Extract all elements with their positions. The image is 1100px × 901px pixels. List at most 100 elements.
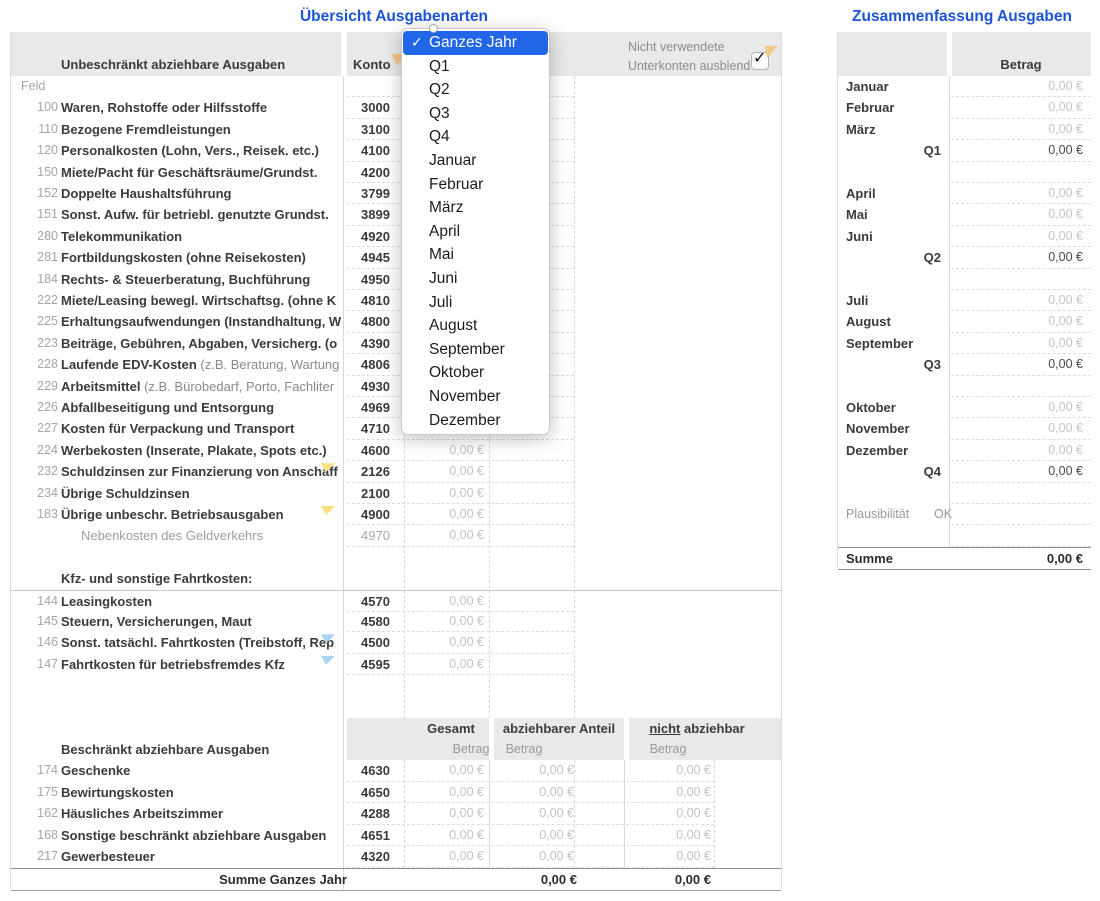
dropdown-item-juli[interactable]: Juli	[402, 291, 549, 315]
summary-row: November0,00 €	[838, 418, 1091, 439]
nondeductible-amount-cell[interactable]: 0,00 €	[631, 825, 711, 847]
month-amount-cell[interactable]: 0,00 €	[971, 397, 1083, 418]
deductible-amount-cell[interactable]: 0,00 €	[494, 825, 574, 847]
dropdown-item-juni[interactable]: Juni	[402, 267, 549, 291]
konto-cell[interactable]: 4969	[347, 397, 404, 418]
month-amount-cell[interactable]: 0,00 €	[971, 119, 1083, 140]
month-amount-cell[interactable]: 0,00 €	[971, 290, 1083, 311]
konto-cell[interactable]: 4100	[347, 140, 404, 161]
month-amount-cell[interactable]: 0,00 €	[971, 311, 1083, 332]
amount-cell[interactable]: 0,00 €	[404, 525, 484, 546]
konto-cell[interactable]: 2100	[347, 483, 404, 504]
dropdown-item-august[interactable]: August	[402, 314, 549, 338]
amount-cell[interactable]: 0,00 €	[404, 440, 484, 461]
konto-cell[interactable]: 4930	[347, 376, 404, 397]
summary-sum-value[interactable]: 0,00 €	[971, 548, 1083, 569]
deductible-amount-cell[interactable]: 0,00 €	[494, 782, 574, 804]
konto-cell[interactable]: 2126	[347, 461, 404, 482]
konto-cell[interactable]: 3000	[347, 97, 404, 118]
summary-row: Q20,00 €	[838, 247, 1091, 268]
expense-label-detail: (z.B. Beratung, Wartung	[197, 357, 340, 372]
konto-cell[interactable]: 4650	[347, 782, 404, 804]
konto-cell[interactable]: 4320	[347, 846, 404, 868]
month-amount-cell[interactable]: 0,00 €	[971, 97, 1083, 118]
konto-cell[interactable]: 4810	[347, 290, 404, 311]
gesamt-amount-cell[interactable]: 0,00 €	[404, 846, 484, 868]
konto-cell[interactable]: 4900	[347, 504, 404, 525]
konto-cell[interactable]: 4580	[347, 611, 404, 632]
amount-cell[interactable]: 0,00 €	[404, 591, 484, 612]
dropdown-item-november[interactable]: November	[402, 385, 549, 409]
month-amount-cell[interactable]: 0,00 €	[971, 204, 1083, 225]
konto-cell[interactable]: 4500	[347, 632, 404, 653]
sum-deductible-value[interactable]: 0,00 €	[489, 869, 577, 890]
dropdown-item-märz[interactable]: März	[402, 196, 549, 220]
konto-cell[interactable]: 4600	[347, 440, 404, 461]
konto-cell[interactable]: 4920	[347, 226, 404, 247]
month-amount-cell[interactable]: 0,00 €	[971, 76, 1083, 97]
nondeductible-amount-cell[interactable]: 0,00 €	[631, 846, 711, 868]
sum-nondeductible-value[interactable]: 0,00 €	[623, 869, 711, 890]
quarter-amount-cell[interactable]: 0,00 €	[971, 461, 1083, 482]
konto-cell[interactable]: 4945	[347, 247, 404, 268]
dropdown-item-label: Dezember	[429, 412, 501, 429]
deductible-amount-cell[interactable]: 0,00 €	[494, 803, 574, 825]
konto-cell[interactable]: 4595	[347, 654, 404, 675]
dropdown-item-label: September	[429, 341, 505, 358]
dropdown-item-januar[interactable]: Januar	[402, 149, 549, 173]
summary-row: September 0,00 €	[838, 333, 1091, 354]
month-amount-cell[interactable]: 0,00 €	[971, 183, 1083, 204]
deductible-amount-cell[interactable]: 0,00 €	[494, 760, 574, 782]
amount-cell[interactable]: 0,00 €	[404, 654, 484, 675]
month-label: September	[846, 333, 941, 354]
konto-cell[interactable]: 3799	[347, 183, 404, 204]
quarter-amount-cell[interactable]: 0,00 €	[971, 247, 1083, 268]
dropdown-item-oktober[interactable]: Oktober	[402, 361, 549, 385]
month-label: Oktober	[846, 397, 941, 418]
month-amount-cell[interactable]: 0,00 €	[971, 440, 1083, 461]
konto-cell[interactable]: 4800	[347, 311, 404, 332]
konto-cell[interactable]: 4970	[347, 525, 404, 546]
konto-cell[interactable]: 4288	[347, 803, 404, 825]
quarter-amount-cell[interactable]: 0,00 €	[971, 140, 1083, 161]
nondeductible-amount-cell[interactable]: 0,00 €	[631, 803, 711, 825]
dropdown-item-mai[interactable]: Mai	[402, 243, 549, 267]
konto-cell[interactable]: 4806	[347, 354, 404, 375]
konto-cell[interactable]: 4710	[347, 418, 404, 439]
gesamt-amount-cell[interactable]: 0,00 €	[404, 803, 484, 825]
gesamt-amount-cell[interactable]: 0,00 €	[404, 782, 484, 804]
dropdown-item-februar[interactable]: Februar	[402, 173, 549, 197]
amount-cell[interactable]: 0,00 €	[404, 461, 484, 482]
month-amount-cell[interactable]: 0,00 €	[971, 418, 1083, 439]
dropdown-item-q1[interactable]: Q1	[402, 55, 549, 79]
quarter-amount-cell[interactable]: 0,00 €	[971, 354, 1083, 375]
konto-cell[interactable]: 4390	[347, 333, 404, 354]
dropdown-item-q2[interactable]: Q2	[402, 78, 549, 102]
gesamt-amount-cell[interactable]: 0,00 €	[404, 825, 484, 847]
konto-cell[interactable]: 4200	[347, 162, 404, 183]
dropdown-item-q3[interactable]: Q3	[402, 102, 549, 126]
konto-cell[interactable]: 3100	[347, 119, 404, 140]
dropdown-item-q4[interactable]: Q4	[402, 125, 549, 149]
konto-cell[interactable]: 3899	[347, 204, 404, 225]
month-amount-cell[interactable]: 0,00 €	[971, 333, 1083, 354]
feld-cell: 222	[11, 290, 58, 311]
konto-cell[interactable]: 4651	[347, 825, 404, 847]
dropdown-item-april[interactable]: April	[402, 220, 549, 244]
deductible-amount-cell[interactable]: 0,00 €	[494, 846, 574, 868]
amount-cell[interactable]: 0,00 €	[404, 483, 484, 504]
month-amount-cell[interactable]: 0,00 €	[971, 226, 1083, 247]
nondeductible-amount-cell[interactable]: 0,00 €	[631, 760, 711, 782]
hide-subaccounts-checkbox[interactable]: ✓	[751, 52, 769, 70]
nondeductible-amount-cell[interactable]: 0,00 €	[631, 782, 711, 804]
konto-cell[interactable]: 4950	[347, 269, 404, 290]
amount-cell[interactable]: 0,00 €	[404, 504, 484, 525]
dropdown-item-ganzes-jahr[interactable]: ✓Ganzes Jahr	[403, 31, 548, 55]
dropdown-item-september[interactable]: September	[402, 338, 549, 362]
konto-cell[interactable]: 4570	[347, 591, 404, 612]
gesamt-amount-cell[interactable]: 0,00 €	[404, 760, 484, 782]
dropdown-item-dezember[interactable]: Dezember	[402, 409, 549, 433]
amount-cell[interactable]: 0,00 €	[404, 632, 484, 653]
amount-cell[interactable]: 0,00 €	[404, 611, 484, 632]
konto-cell[interactable]: 4630	[347, 760, 404, 782]
